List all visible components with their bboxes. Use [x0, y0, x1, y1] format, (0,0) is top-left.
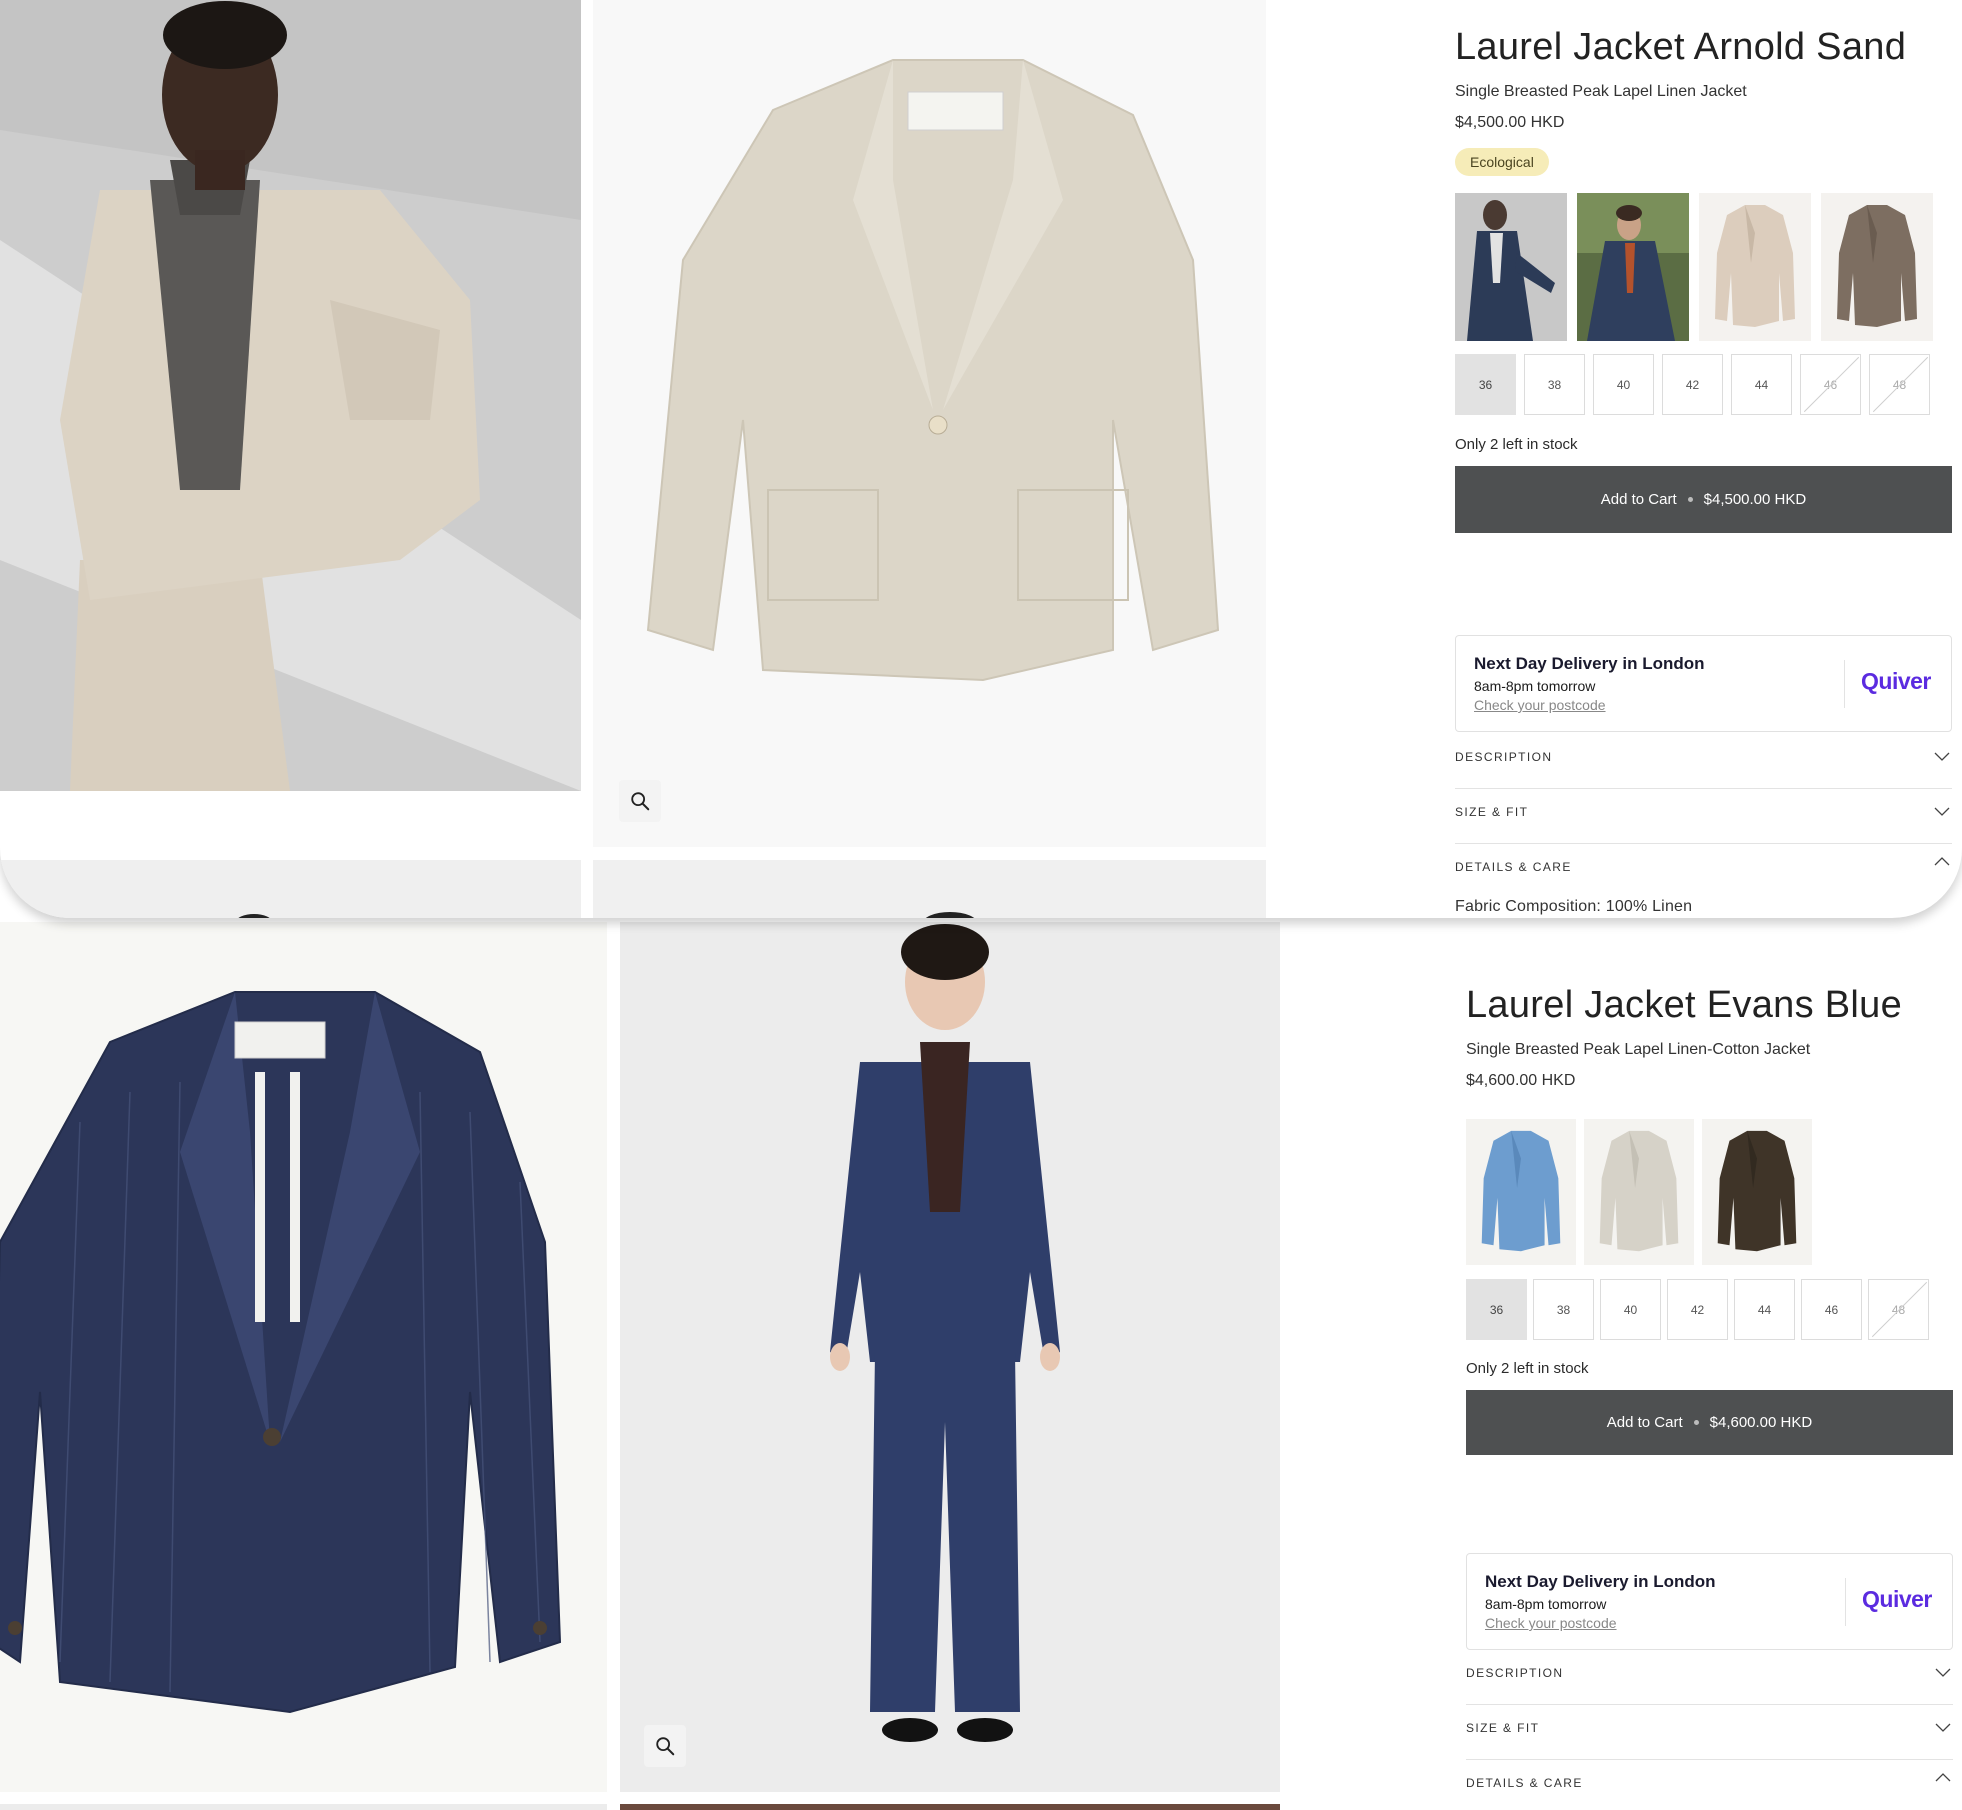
quiver-logo: Quiver — [1861, 668, 1931, 694]
accordion-label: DETAILS & CARE — [1466, 1776, 1583, 1790]
product-image-sand[interactable] — [593, 0, 1266, 847]
accordion-label: SIZE & FIT — [1455, 805, 1529, 819]
check-postcode-link[interactable]: Check your postcode — [1485, 1615, 1617, 1631]
size-option[interactable]: 42 — [1662, 354, 1723, 415]
product-price: $4,500.00 HKD — [1455, 114, 1565, 131]
swatch-dark-brown[interactable] — [1702, 1119, 1812, 1265]
size-option[interactable]: 38 — [1533, 1279, 1594, 1340]
delivery-box: Next Day Delivery in London 8am-8pm tomo… — [1466, 1553, 1953, 1650]
product-price: $4,600.00 HKD — [1466, 1072, 1576, 1089]
swatch-light-blue[interactable] — [1466, 1119, 1576, 1265]
size-option[interactable]: 46 — [1801, 1279, 1862, 1340]
purchase-area: Only 2 left in stock Add to Cart $4,500.… — [1455, 414, 1952, 533]
chevron-down-icon — [1935, 1723, 1951, 1732]
add-to-cart-label: Add to Cart — [1606, 1414, 1683, 1431]
accordion-size-fit[interactable]: SIZE & FIT — [1455, 789, 1952, 844]
delivery-box: Next Day Delivery in London 8am-8pm tomo… — [1455, 635, 1952, 732]
product-title: Laurel Jacket Evans Blue — [1466, 984, 1902, 1026]
stock-notice: Only 2 left in stock — [1455, 436, 1578, 453]
product-subtitle: Single Breasted Peak Lapel Linen Jacket — [1455, 83, 1747, 100]
magnifier-icon — [631, 792, 650, 811]
size-option[interactable]: 36 — [1466, 1279, 1527, 1340]
delivery-title: Next Day Delivery in London — [1474, 654, 1705, 673]
swatch-brown[interactable] — [1821, 193, 1933, 341]
size-option-unavailable[interactable]: 48 — [1869, 354, 1930, 415]
delivery-title: Next Day Delivery in London — [1485, 1572, 1716, 1591]
product-image-blue[interactable] — [0, 922, 607, 1792]
separator-dot — [1693, 1420, 1699, 1425]
product-title: Laurel Jacket Arnold Sand — [1455, 26, 1907, 68]
size-selector-sand: 36 38 40 42 44 46 48 — [1455, 354, 1930, 415]
size-option[interactable]: 42 — [1667, 1279, 1728, 1340]
accordion-label: SIZE & FIT — [1466, 1721, 1540, 1735]
accordion-details-care[interactable]: DETAILS & CARE — [1455, 844, 1952, 894]
quiver-logo: Quiver — [1862, 1586, 1932, 1612]
delivery-divider — [1844, 660, 1845, 708]
product-info: Laurel Jacket Arnold Sand Single Breaste… — [1455, 26, 1955, 176]
accordion-details-care[interactable]: DETAILS & CARE — [1466, 1760, 1953, 1808]
swatch-stone[interactable] — [1584, 1119, 1694, 1265]
model-image-peek — [0, 860, 581, 918]
add-to-cart-price: $4,500.00 HKD — [1703, 491, 1807, 508]
accordion-label: DESCRIPTION — [1455, 750, 1553, 764]
chevron-down-icon — [1934, 752, 1950, 761]
product-info: Laurel Jacket Evans Blue Single Breasted… — [1466, 984, 1956, 1090]
swatch-navy-outdoor[interactable] — [1577, 193, 1689, 341]
add-to-cart-label: Add to Cart — [1600, 491, 1677, 508]
product-accordion: DESCRIPTION SIZE & FIT DETAILS & CARE — [1466, 1650, 1953, 1808]
chevron-down-icon — [1934, 807, 1950, 816]
add-to-cart-price: $4,600.00 HKD — [1709, 1414, 1813, 1431]
add-to-cart-button[interactable]: Add to Cart $4,500.00 HKD — [1455, 466, 1952, 533]
stock-notice: Only 2 left in stock — [1466, 1360, 1589, 1377]
product-page-blue: Laurel Jacket Evans Blue Single Breasted… — [0, 922, 1962, 1810]
add-to-cart-button[interactable]: Add to Cart $4,600.00 HKD — [1466, 1390, 1953, 1455]
product-image-peek — [593, 860, 1266, 918]
accordion-description[interactable]: DESCRIPTION — [1455, 734, 1952, 789]
ecological-badge: Ecological — [1455, 148, 1549, 176]
size-option[interactable]: 36 — [1455, 354, 1516, 415]
size-option[interactable]: 38 — [1524, 354, 1585, 415]
size-option[interactable]: 44 — [1731, 354, 1792, 415]
fabric-composition: Fabric Composition: 100% Linen — [1455, 898, 1693, 915]
size-option[interactable]: 40 — [1600, 1279, 1661, 1340]
magnifier-icon — [656, 1737, 675, 1756]
size-option-unavailable[interactable]: 48 — [1868, 1279, 1929, 1340]
chevron-up-icon — [1935, 1773, 1951, 1782]
check-postcode-link[interactable]: Check your postcode — [1474, 697, 1606, 713]
model-image-blue[interactable] — [620, 922, 1280, 1792]
purchase-area: Only 2 left in stock Add to Cart $4,600.… — [1466, 1338, 1953, 1455]
product-subtitle: Single Breasted Peak Lapel Linen-Cotton … — [1466, 1041, 1811, 1058]
size-selector-blue: 36 38 40 42 44 46 48 — [1466, 1279, 1929, 1340]
size-option[interactable]: 44 — [1734, 1279, 1795, 1340]
delivery-divider — [1845, 1578, 1846, 1626]
size-option[interactable]: 40 — [1593, 354, 1654, 415]
separator-dot — [1687, 497, 1693, 502]
image-peek — [620, 1804, 1280, 1810]
accordion-description[interactable]: DESCRIPTION — [1466, 1650, 1953, 1705]
delivery-time: 8am-8pm tomorrow — [1485, 1596, 1607, 1612]
accordion-size-fit[interactable]: SIZE & FIT — [1466, 1705, 1953, 1760]
size-option-unavailable[interactable]: 46 — [1800, 354, 1861, 415]
zoom-button[interactable] — [619, 780, 661, 822]
zoom-button[interactable] — [644, 1725, 686, 1767]
product-accordion: DESCRIPTION SIZE & FIT DETAILS & CARE Fa… — [1455, 734, 1952, 916]
swatch-beige[interactable] — [1699, 193, 1811, 341]
image-peek — [0, 1804, 607, 1810]
model-image-sand[interactable] — [0, 0, 581, 791]
swatch-navy-model[interactable] — [1455, 193, 1567, 341]
delivery-time: 8am-8pm tomorrow — [1474, 678, 1596, 694]
chevron-up-icon — [1934, 857, 1950, 866]
accordion-label: DESCRIPTION — [1466, 1666, 1564, 1680]
color-swatches — [1466, 1119, 1812, 1265]
product-page-sand: Laurel Jacket Arnold Sand Single Breaste… — [0, 0, 1962, 918]
accordion-label: DETAILS & CARE — [1455, 860, 1572, 874]
color-swatches — [1455, 193, 1933, 341]
chevron-down-icon — [1935, 1668, 1951, 1677]
